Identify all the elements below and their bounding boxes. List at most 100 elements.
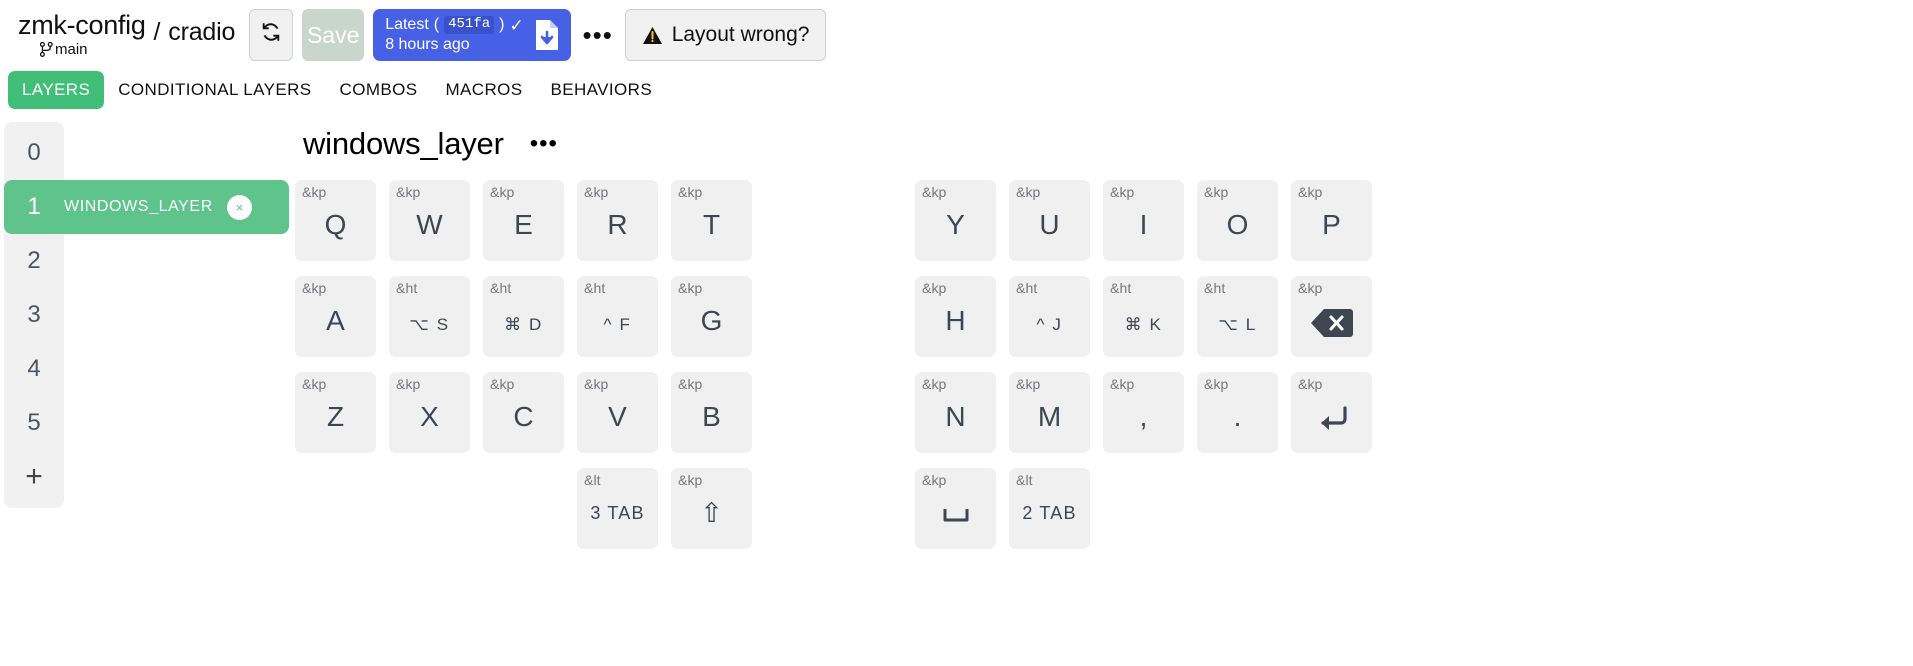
- key-behavior-label: &kp: [922, 280, 947, 296]
- key-left-r0c1[interactable]: &kp W: [389, 180, 470, 261]
- key-right-r1c4[interactable]: &kp: [1291, 276, 1372, 357]
- layer-index: 0: [27, 139, 41, 166]
- key-right-r1c3[interactable]: &ht ⌥ L: [1197, 276, 1278, 357]
- commit-open-paren: (: [433, 16, 440, 33]
- key-left-r3c3[interactable]: &lt 3 TAB: [577, 468, 658, 549]
- key-right-r3c0[interactable]: &kp: [915, 468, 996, 549]
- key-cap-label: V: [608, 401, 627, 432]
- commit-latest-label: Latest: [385, 16, 429, 33]
- keyboard-name[interactable]: cradio: [168, 18, 235, 47]
- key-right-r0c3[interactable]: &kp O: [1197, 180, 1278, 261]
- app-header: zmk-config main / cradio Save Latest (4…: [0, 0, 1913, 68]
- branch-indicator[interactable]: main: [39, 41, 88, 58]
- key-behavior-label: &kp: [396, 184, 421, 200]
- commit-status-button[interactable]: Latest ( 451fa ) ✓ 8 hours ago: [373, 9, 571, 61]
- key-behavior-label: &kp: [922, 376, 947, 392]
- key-behavior-label: &kp: [922, 184, 947, 200]
- key-right-r0c0[interactable]: &kp Y: [915, 180, 996, 261]
- add-layer-button[interactable]: +: [4, 450, 64, 504]
- key-right-r2c2[interactable]: &kp,: [1103, 372, 1184, 453]
- key-behavior-label: &ht: [1016, 280, 1038, 296]
- warning-triangle-icon: [642, 26, 663, 45]
- more-options-button[interactable]: •••: [581, 13, 615, 57]
- key-behavior-label: &kp: [678, 280, 703, 296]
- key-behavior-label: &ht: [1110, 280, 1132, 296]
- key-right-r3c1[interactable]: &lt 2 TAB: [1009, 468, 1090, 549]
- layer-name[interactable]: WINDOWS_LAYER: [64, 198, 213, 216]
- key-cap-label: ^ F: [603, 315, 632, 334]
- key-behavior-label: &kp: [490, 376, 515, 392]
- layer-list: 0 1 WINDOWS_LAYER × 2 3 4 5 +: [4, 122, 289, 508]
- key-left-r2c1[interactable]: &kp X: [389, 372, 470, 453]
- layout-wrong-button[interactable]: Layout wrong?: [624, 9, 827, 61]
- key-left-r2c4[interactable]: &kp B: [671, 372, 752, 453]
- refresh-button[interactable]: [249, 9, 294, 61]
- key-cap-label: X: [420, 401, 439, 432]
- key-behavior-label: &kp: [1016, 376, 1041, 392]
- key-left-r1c0[interactable]: &kp A: [295, 276, 376, 357]
- layer-item-3[interactable]: 3: [4, 288, 64, 342]
- tab-conditional-layers[interactable]: CONDITIONAL LAYERS: [104, 71, 325, 109]
- layer-index: 3: [27, 301, 41, 328]
- keyboard-halves: &kp Q &kp W &kp E &kp R &kp T &kp A &ht ⌥ S &ht ⌘ D &ht ^…: [295, 180, 1913, 610]
- layer-item-4[interactable]: 4: [4, 342, 64, 396]
- keymap-title[interactable]: windows_layer: [303, 126, 504, 162]
- key-left-r1c2[interactable]: &ht ⌘ D: [483, 276, 564, 357]
- layer-item-1[interactable]: 1 WINDOWS_LAYER ×: [4, 180, 289, 234]
- layer-index: 5: [27, 409, 41, 436]
- key-cap-label: ⌘ K: [1124, 315, 1163, 334]
- key-left-r1c4[interactable]: &kp G: [671, 276, 752, 357]
- key-left-r2c2[interactable]: &kp C: [483, 372, 564, 453]
- key-left-r0c3[interactable]: &kp R: [577, 180, 658, 261]
- tab-layers[interactable]: LAYERS: [8, 71, 105, 109]
- git-branch-icon: [39, 41, 53, 57]
- keyboard-half-right: &kp Y &kp U &kp I &kp O &kp P &kp H &ht ^ J &ht ⌘ K &ht ⌥…: [915, 180, 1455, 610]
- key-behavior-label: &kp: [678, 472, 703, 488]
- key-behavior-label: &kp: [584, 376, 609, 392]
- repo-name[interactable]: zmk-config: [18, 12, 146, 39]
- layer-item-2[interactable]: 2: [4, 234, 64, 288]
- key-right-r0c1[interactable]: &kp U: [1009, 180, 1090, 261]
- file-download-icon[interactable]: [533, 19, 561, 51]
- key-left-r1c1[interactable]: &ht ⌥ S: [389, 276, 470, 357]
- key-left-r0c0[interactable]: &kp Q: [295, 180, 376, 261]
- layout-wrong-label: Layout wrong?: [671, 23, 810, 46]
- tab-behaviors[interactable]: BEHAVIORS: [537, 71, 667, 109]
- key-left-r3c4[interactable]: &kp ⇧: [671, 468, 752, 549]
- key-right-r0c2[interactable]: &kp I: [1103, 180, 1184, 261]
- key-left-r0c2[interactable]: &kp E: [483, 180, 564, 261]
- save-button[interactable]: Save: [302, 9, 365, 61]
- key-behavior-label: &kp: [1298, 376, 1323, 392]
- key-right-r1c0[interactable]: &kp H: [915, 276, 996, 357]
- section-tabs: LAYERS CONDITIONAL LAYERS COMBOS MACROS …: [0, 68, 1913, 112]
- key-right-r0c4[interactable]: &kp P: [1291, 180, 1372, 261]
- key-behavior-label: &kp: [922, 472, 947, 488]
- key-cap-label: A: [326, 305, 345, 336]
- key-right-r2c3[interactable]: &kp.: [1197, 372, 1278, 453]
- tab-macros[interactable]: MACROS: [432, 71, 537, 109]
- key-left-r1c3[interactable]: &ht ^ F: [577, 276, 658, 357]
- key-right-r2c0[interactable]: &kp N: [915, 372, 996, 453]
- keyboard-half-left: &kp Q &kp W &kp E &kp R &kp T &kp A &ht ⌥ S &ht ⌘ D &ht ^…: [295, 180, 835, 610]
- keymap-menu-button[interactable]: •••: [530, 132, 558, 156]
- key-left-r2c3[interactable]: &kp V: [577, 372, 658, 453]
- key-cap-label: M: [1037, 401, 1062, 432]
- keymap-panel: windows_layer ••• &kp Q &kp W &kp E &kp R &kp T &k…: [285, 122, 1913, 610]
- layer-item-5[interactable]: 5: [4, 396, 64, 450]
- key-right-r1c1[interactable]: &ht ^ J: [1009, 276, 1090, 357]
- key-cap-label: 3 TAB: [590, 503, 645, 523]
- delete-layer-icon[interactable]: ×: [226, 194, 252, 220]
- key-cap-label: W: [416, 209, 443, 240]
- tab-combos[interactable]: COMBOS: [326, 71, 432, 109]
- key-left-r0c4[interactable]: &kp T: [671, 180, 752, 261]
- key-behavior-label: &lt: [1016, 472, 1033, 488]
- check-icon: ✓: [509, 15, 524, 35]
- key-left-r2c0[interactable]: &kp Z: [295, 372, 376, 453]
- commit-timestamp: 8 hours ago: [385, 36, 470, 53]
- key-right-r2c4[interactable]: &kp: [1291, 372, 1372, 453]
- key-cap-label: ,: [1139, 401, 1148, 432]
- layer-item-0[interactable]: 0: [4, 126, 64, 180]
- key-right-r2c1[interactable]: &kp M: [1009, 372, 1090, 453]
- key-right-r1c2[interactable]: &ht ⌘ K: [1103, 276, 1184, 357]
- key-behavior-label: &kp: [1016, 184, 1041, 200]
